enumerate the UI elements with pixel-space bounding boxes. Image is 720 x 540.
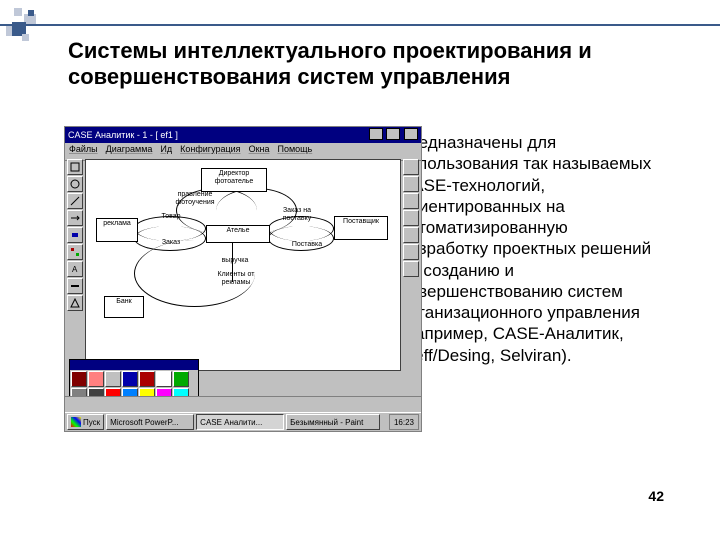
flow-label: выручка — [214, 256, 256, 266]
statusbar — [65, 396, 421, 413]
tool-icon[interactable] — [403, 176, 419, 192]
flow-label: Поставка — [286, 240, 328, 250]
flow-label: Клиенты от рекламы — [204, 270, 268, 287]
palette-color[interactable] — [71, 371, 87, 387]
taskbar-clock: 16:23 — [389, 414, 419, 430]
menu-item[interactable]: Конфигурация — [180, 144, 240, 159]
tool-icon[interactable] — [67, 159, 83, 175]
corner-decoration — [6, 8, 46, 48]
window-controls[interactable] — [368, 128, 418, 142]
taskbar-item[interactable]: CASE Аналити... — [196, 414, 284, 430]
page-number: 42 — [648, 488, 664, 504]
palette-color[interactable] — [156, 371, 172, 387]
tool-icon[interactable] — [403, 210, 419, 226]
flow-label: Заказ — [158, 238, 184, 248]
palette-titlebar[interactable] — [70, 360, 198, 370]
app-window: CASE Аналитик - 1 - [ ef1 ] Файлы Диагра… — [64, 126, 422, 432]
app-title: CASE Аналитик - 1 - [ ef1 ] — [68, 130, 178, 140]
diagram-node[interactable]: Поставщик — [334, 216, 388, 240]
tool-icon[interactable] — [67, 227, 83, 243]
tool-icon[interactable] — [67, 193, 83, 209]
minimize-icon[interactable] — [369, 128, 383, 140]
diagram-canvas[interactable]: Директор фотоателье реклама Ателье Поста… — [85, 159, 401, 371]
menu-item[interactable]: Помощь — [277, 144, 312, 159]
menu-item[interactable]: Диаграмма — [106, 144, 153, 159]
maximize-icon[interactable] — [386, 128, 400, 140]
taskbar-item[interactable]: Безымянный - Paint — [286, 414, 380, 430]
tool-icon[interactable]: A — [67, 261, 83, 277]
tool-icon[interactable] — [67, 295, 83, 311]
palette-color[interactable] — [105, 371, 121, 387]
flow-label: Товар — [156, 212, 186, 222]
tool-icon[interactable] — [403, 227, 419, 243]
tool-icon[interactable] — [67, 278, 83, 294]
taskbar: Пуск Microsoft PowerP... CASE Аналити...… — [65, 412, 421, 431]
tool-icon[interactable] — [403, 261, 419, 277]
diagram-node[interactable]: Директор фотоателье — [201, 168, 267, 192]
diagram-node[interactable]: реклама — [96, 218, 138, 242]
slide-title: Системы интеллектуального проектирования… — [68, 38, 668, 91]
close-icon[interactable] — [404, 128, 418, 140]
tool-icon[interactable] — [403, 244, 419, 260]
body-text: предназначены для использования так назы… — [400, 132, 660, 366]
palette-color[interactable] — [122, 371, 138, 387]
flow-label: Заказ на поставку — [272, 206, 322, 223]
diagram-node[interactable]: Банк — [104, 296, 144, 318]
menu-item[interactable]: Окна — [249, 144, 270, 159]
palette-color[interactable] — [88, 371, 104, 387]
right-toolbar — [403, 159, 419, 277]
palette-color[interactable] — [139, 371, 155, 387]
windows-logo-icon — [71, 417, 81, 427]
tool-icon[interactable] — [403, 159, 419, 175]
palette-color[interactable] — [173, 371, 189, 387]
tool-icon[interactable] — [67, 176, 83, 192]
left-toolbar: A — [67, 159, 83, 311]
svg-text:A: A — [72, 265, 78, 274]
app-titlebar: CASE Аналитик - 1 - [ ef1 ] — [65, 127, 421, 143]
start-button[interactable]: Пуск — [67, 414, 104, 430]
menu-item[interactable]: Файлы — [69, 144, 98, 159]
flow-label: правление фотоучения — [166, 190, 224, 207]
tool-icon[interactable] — [67, 244, 83, 260]
menu-item[interactable]: Ид — [160, 144, 172, 159]
taskbar-item[interactable]: Microsoft PowerP... — [106, 414, 194, 430]
tool-icon[interactable] — [67, 210, 83, 226]
top-divider — [0, 24, 720, 26]
diagram-node[interactable]: Ателье — [206, 225, 270, 243]
tool-icon[interactable] — [403, 193, 419, 209]
